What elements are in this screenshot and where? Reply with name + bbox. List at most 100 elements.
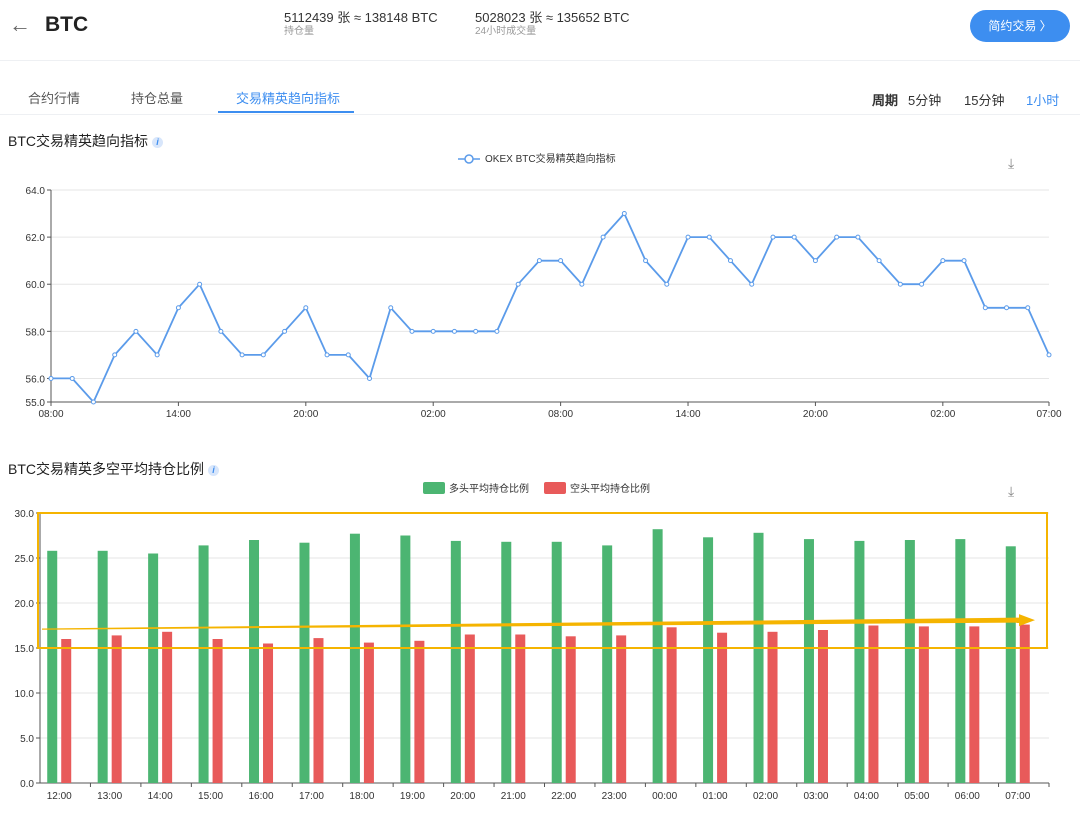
long-ratio-bar[interactable] bbox=[753, 532, 764, 783]
long-ratio-bar[interactable] bbox=[904, 540, 915, 783]
trend-data-point[interactable] bbox=[367, 375, 373, 381]
long-ratio-bar[interactable] bbox=[198, 545, 209, 783]
short-ratio-bar[interactable] bbox=[666, 627, 677, 783]
period-1hour[interactable]: 1小时 bbox=[1026, 90, 1059, 109]
trend-data-point[interactable] bbox=[791, 234, 797, 240]
trend-data-point[interactable] bbox=[855, 234, 861, 240]
trend-data-point[interactable] bbox=[1025, 305, 1031, 311]
trend-data-point[interactable] bbox=[664, 281, 670, 287]
trend-data-point[interactable] bbox=[643, 258, 649, 264]
trend-data-point[interactable] bbox=[494, 328, 500, 334]
trend-data-point[interactable] bbox=[812, 258, 818, 264]
simple-trade-button[interactable]: 简约交易 〉 bbox=[970, 10, 1070, 42]
trend-data-point[interactable] bbox=[303, 305, 309, 311]
short-ratio-bar[interactable] bbox=[162, 631, 173, 783]
trend-data-point[interactable] bbox=[282, 328, 288, 334]
trend-data-point[interactable] bbox=[579, 281, 585, 287]
long-ratio-bar[interactable] bbox=[652, 529, 663, 783]
short-ratio-bar[interactable] bbox=[616, 635, 627, 783]
trend-data-point[interactable] bbox=[154, 352, 160, 358]
short-ratio-bar[interactable] bbox=[868, 625, 879, 784]
long-ratio-bar[interactable] bbox=[1005, 546, 1016, 783]
trend-data-point[interactable] bbox=[961, 258, 967, 264]
short-ratio-bar[interactable] bbox=[767, 631, 778, 783]
long-ratio-bar[interactable] bbox=[501, 541, 512, 783]
long-ratio-bar[interactable] bbox=[148, 553, 159, 784]
trend-data-point[interactable] bbox=[69, 375, 75, 381]
trend-data-point[interactable] bbox=[218, 328, 224, 334]
short-ratio-bar[interactable] bbox=[363, 642, 374, 783]
arrow-left-icon[interactable]: ← bbox=[9, 11, 31, 39]
tab-elite-indicator[interactable]: 交易精英趋向指标 bbox=[236, 88, 340, 107]
trend-data-point[interactable] bbox=[876, 258, 882, 264]
trend-data-point[interactable] bbox=[451, 328, 457, 334]
trend-data-point[interactable] bbox=[1046, 352, 1052, 358]
tab-open-interest[interactable]: 持仓总量 bbox=[131, 88, 183, 107]
trend-data-point[interactable] bbox=[919, 281, 925, 287]
chart1-y-tick-label: 58.0 bbox=[26, 327, 46, 338]
trend-data-point[interactable] bbox=[982, 305, 988, 311]
short-ratio-bar[interactable] bbox=[515, 634, 526, 784]
trend-data-point[interactable] bbox=[536, 258, 542, 264]
trend-data-point[interactable] bbox=[834, 234, 840, 240]
trend-data-point[interactable] bbox=[749, 281, 755, 287]
short-ratio-bar[interactable] bbox=[565, 636, 576, 783]
trend-data-point[interactable] bbox=[430, 328, 436, 334]
trend-line-chart: OKEX BTC交易精英趋向指标 64.0 62.0 60.0 58.0 56.0 55.… bbox=[26, 152, 1062, 420]
long-ratio-bar[interactable] bbox=[97, 550, 108, 783]
trend-data-point[interactable] bbox=[48, 375, 54, 381]
trend-data-point[interactable] bbox=[324, 352, 330, 358]
trend-data-point[interactable] bbox=[600, 234, 606, 240]
long-ratio-bar[interactable] bbox=[400, 535, 411, 784]
short-ratio-bar[interactable] bbox=[263, 643, 274, 784]
short-ratio-bar[interactable] bbox=[918, 626, 929, 783]
trend-data-point[interactable] bbox=[90, 399, 96, 405]
long-ratio-bar[interactable] bbox=[47, 550, 58, 783]
trend-data-point[interactable] bbox=[409, 328, 415, 334]
long-ratio-bar[interactable] bbox=[602, 545, 613, 783]
trend-data-point[interactable] bbox=[175, 305, 181, 311]
trend-data-point[interactable] bbox=[345, 352, 351, 358]
trend-data-point[interactable] bbox=[621, 211, 627, 217]
short-ratio-bar[interactable] bbox=[111, 635, 122, 783]
trend-data-point[interactable] bbox=[558, 258, 564, 264]
chart1-legend: OKEX BTC交易精英趋向指标 bbox=[458, 152, 616, 165]
legend-long-swatch bbox=[423, 482, 445, 494]
trend-data-point[interactable] bbox=[388, 305, 394, 311]
long-ratio-bar[interactable] bbox=[803, 539, 814, 783]
trend-data-point[interactable] bbox=[770, 234, 776, 240]
trend-data-point[interactable] bbox=[727, 258, 733, 264]
trend-data-point[interactable] bbox=[197, 281, 203, 287]
trend-data-point[interactable] bbox=[112, 352, 118, 358]
trend-data-point[interactable] bbox=[239, 352, 245, 358]
period-5min[interactable]: 5分钟 bbox=[908, 90, 941, 109]
short-ratio-bar[interactable] bbox=[969, 626, 980, 783]
long-ratio-bar[interactable] bbox=[703, 537, 714, 783]
short-ratio-bar[interactable] bbox=[464, 634, 475, 784]
long-ratio-bar[interactable] bbox=[955, 539, 966, 783]
trend-data-point[interactable] bbox=[940, 258, 946, 264]
short-ratio-bar[interactable] bbox=[414, 640, 425, 783]
trend-data-point[interactable] bbox=[260, 352, 266, 358]
tab-contract-market[interactable]: 合约行情 bbox=[28, 88, 80, 107]
long-ratio-bar[interactable] bbox=[450, 540, 461, 783]
chart1-y-tick-label: 56.0 bbox=[26, 374, 46, 385]
short-ratio-bar[interactable] bbox=[313, 638, 324, 783]
trend-data-point[interactable] bbox=[133, 328, 139, 334]
long-ratio-bar[interactable] bbox=[299, 542, 310, 783]
long-ratio-bar[interactable] bbox=[349, 533, 360, 783]
long-ratio-bar[interactable] bbox=[249, 540, 260, 783]
short-ratio-bar[interactable] bbox=[212, 639, 223, 783]
long-ratio-bar[interactable] bbox=[854, 540, 865, 783]
long-ratio-bar[interactable] bbox=[551, 541, 562, 783]
trend-data-point[interactable] bbox=[897, 281, 903, 287]
trend-data-point[interactable] bbox=[515, 281, 521, 287]
short-ratio-bar[interactable] bbox=[717, 632, 728, 783]
short-ratio-bar[interactable] bbox=[817, 630, 828, 783]
short-ratio-bar[interactable] bbox=[61, 639, 72, 783]
trend-data-point[interactable] bbox=[685, 234, 691, 240]
trend-data-point[interactable] bbox=[473, 328, 479, 334]
trend-data-point[interactable] bbox=[706, 234, 712, 240]
trend-data-point[interactable] bbox=[1004, 305, 1010, 311]
period-15min[interactable]: 15分钟 bbox=[964, 90, 1004, 109]
